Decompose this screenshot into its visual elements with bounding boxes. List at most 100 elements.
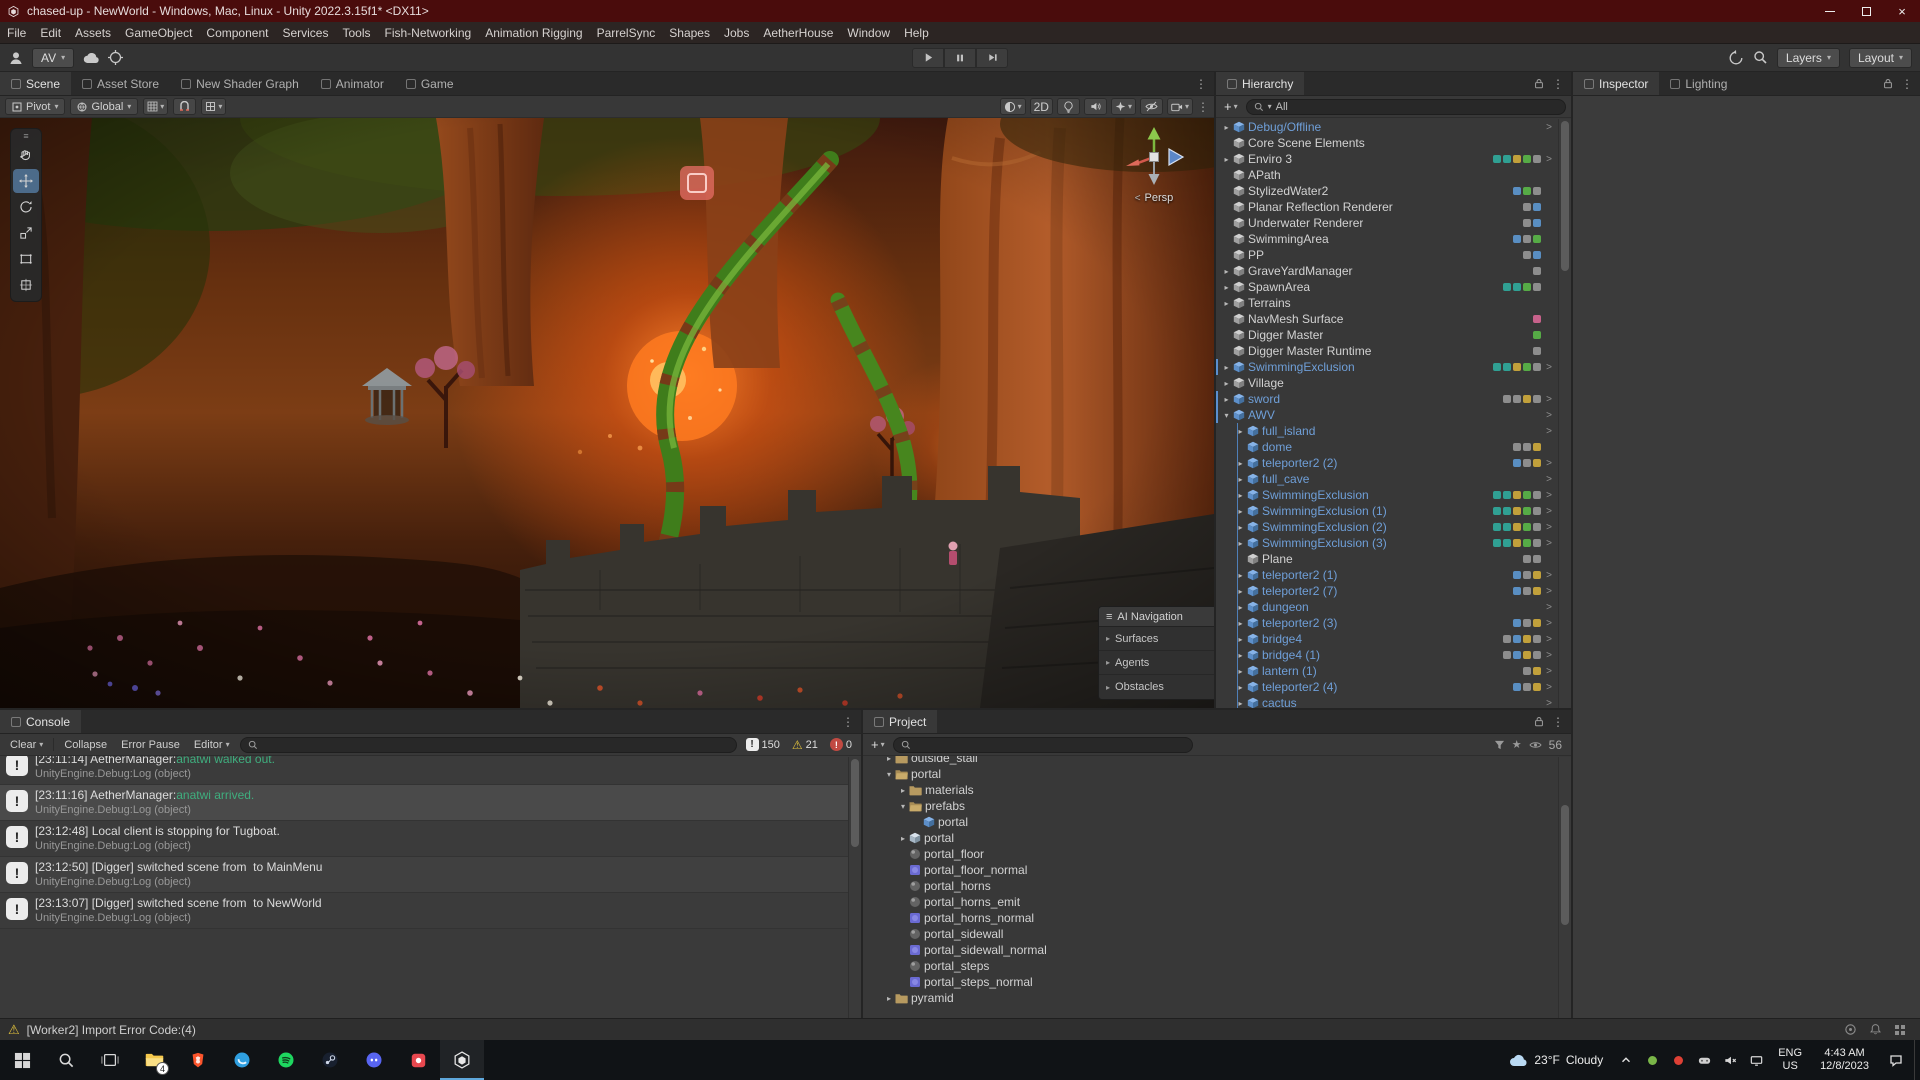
chevron-right-icon[interactable]: ▸	[1234, 667, 1247, 676]
hierarchy-row[interactable]: Underwater Renderer	[1216, 215, 1571, 231]
chevron-right-icon[interactable]: ▸	[1234, 699, 1247, 708]
pause-button[interactable]	[944, 48, 976, 68]
scene-toolbar-kebab-icon[interactable]: ⋮	[1197, 100, 1209, 114]
error-count-toggle[interactable]: ! 0	[827, 738, 855, 751]
hierarchy-row[interactable]: ▸Terrains	[1216, 295, 1571, 311]
hierarchy-row[interactable]: APath	[1216, 167, 1571, 183]
search-by-type-icon[interactable]	[1494, 740, 1505, 750]
prefab-chevron-icon[interactable]: >	[1543, 666, 1555, 677]
project-row[interactable]: portal_floor_normal	[863, 862, 1571, 878]
kebab-menu-icon[interactable]: ⋮	[842, 715, 854, 729]
prefab-chevron-icon[interactable]: >	[1543, 538, 1555, 549]
hierarchy-row[interactable]: ▸lantern (1)>	[1216, 663, 1571, 679]
hierarchy-row[interactable]: ▸Village	[1216, 375, 1571, 391]
hierarchy-row[interactable]: ▸teleporter2 (1)>	[1216, 567, 1571, 583]
chevron-right-icon[interactable]: ▸	[1220, 283, 1233, 292]
chevron-right-icon[interactable]: ▸	[1234, 523, 1247, 532]
prefab-chevron-icon[interactable]: >	[1543, 362, 1555, 373]
hierarchy-row[interactable]: ▸bridge4 (1)>	[1216, 647, 1571, 663]
prefab-chevron-icon[interactable]: >	[1543, 682, 1555, 693]
unity-taskbar-icon[interactable]	[440, 1040, 484, 1080]
minimize-button[interactable]	[1812, 0, 1848, 22]
hierarchy-row[interactable]: ▸SwimmingExclusion (1)>	[1216, 503, 1571, 519]
menu-file[interactable]: File	[0, 22, 33, 43]
project-row[interactable]: portal_horns_emit	[863, 894, 1571, 910]
prefab-chevron-icon[interactable]: >	[1543, 410, 1555, 421]
prefab-chevron-icon[interactable]: >	[1543, 426, 1555, 437]
hierarchy-row[interactable]: ▸sword>	[1216, 391, 1571, 407]
kebab-menu-icon[interactable]: ⋮	[1901, 77, 1913, 91]
tab-new-shader-graph[interactable]: New Shader Graph	[170, 72, 310, 95]
ai-nav-item-surfaces[interactable]: ▸Surfaces	[1099, 627, 1214, 651]
clear-button[interactable]: Clear ▾	[6, 736, 47, 753]
hierarchy-row[interactable]: Planar Reflection Renderer	[1216, 199, 1571, 215]
spotify-taskbar-icon[interactable]	[264, 1040, 308, 1080]
rotate-tool-button[interactable]	[13, 195, 39, 219]
menu-jobs[interactable]: Jobs	[717, 22, 756, 43]
chevron-right-icon[interactable]: ▸	[897, 786, 909, 795]
prefab-chevron-icon[interactable]: >	[1543, 650, 1555, 661]
handle-rotation-dropdown[interactable]: Global ▾	[70, 98, 138, 115]
project-row[interactable]: ▾portal	[863, 766, 1571, 782]
chevron-right-icon[interactable]: ▸	[1220, 379, 1233, 388]
gpu-utility-icon[interactable]	[1639, 1040, 1665, 1080]
bell-icon[interactable]	[1869, 1023, 1882, 1036]
project-scrollbar[interactable]	[1558, 757, 1571, 1018]
chevron-right-icon[interactable]: ▸	[1234, 619, 1247, 628]
edge-taskbar-icon[interactable]	[220, 1040, 264, 1080]
project-row[interactable]: portal_horns_normal	[863, 910, 1571, 926]
chevron-right-icon[interactable]: ▸	[1220, 123, 1233, 132]
chevron-right-icon[interactable]: ▸	[883, 994, 895, 1003]
console-scrollbar[interactable]	[848, 757, 861, 1018]
project-row[interactable]: ▾prefabs	[863, 798, 1571, 814]
show-desktop-button[interactable]	[1914, 1040, 1920, 1080]
log-entry[interactable]: ![23:13:07] [Digger] switched scene from…	[0, 893, 861, 929]
layout-dropdown[interactable]: Layout ▾	[1849, 48, 1912, 68]
chevron-right-icon[interactable]: ▸	[1220, 267, 1233, 276]
project-create-button[interactable]: + ▾	[868, 737, 888, 752]
chevron-right-icon[interactable]: ▸	[1234, 475, 1247, 484]
ai-nav-item-obstacles[interactable]: ▸Obstacles	[1099, 675, 1214, 699]
hierarchy-row[interactable]: ▸teleporter2 (7)>	[1216, 583, 1571, 599]
tab-animator[interactable]: Animator	[310, 72, 395, 95]
account-avatar-icon[interactable]	[8, 50, 24, 66]
warning-count-toggle[interactable]: ⚠ 21	[789, 738, 821, 752]
search-icon[interactable]	[1753, 50, 1768, 65]
tab-lighting[interactable]: Lighting	[1659, 72, 1738, 95]
red-app-taskbar-icon[interactable]	[396, 1040, 440, 1080]
chevron-right-icon[interactable]: ▸	[897, 834, 909, 843]
tab-game[interactable]: Game	[395, 72, 465, 95]
hidden-packages-icon[interactable]	[1529, 740, 1542, 750]
cache-grid-icon[interactable]	[1894, 1024, 1906, 1036]
task-view-taskbar-icon[interactable]	[88, 1040, 132, 1080]
favorites-icon[interactable]: ★	[1512, 738, 1522, 751]
scene-viewport[interactable]: ≡	[0, 118, 1214, 708]
crosshair-icon[interactable]	[108, 50, 123, 65]
lock-icon[interactable]	[1533, 715, 1545, 728]
prefab-chevron-icon[interactable]: >	[1543, 394, 1555, 405]
collapse-button[interactable]: Collapse	[60, 736, 111, 753]
prefab-chevron-icon[interactable]: >	[1543, 458, 1555, 469]
discord-taskbar-icon[interactable]	[352, 1040, 396, 1080]
chevron-right-icon[interactable]: ▸	[1234, 427, 1247, 436]
hierarchy-row[interactable]: ▸SpawnArea	[1216, 279, 1571, 295]
menu-edit[interactable]: Edit	[33, 22, 68, 43]
menu-services[interactable]: Services	[275, 22, 335, 43]
hierarchy-row[interactable]: PP	[1216, 247, 1571, 263]
tab-project[interactable]: Project	[863, 710, 937, 733]
pivot-dropdown[interactable]: Pivot ▾	[5, 98, 65, 115]
prefab-chevron-icon[interactable]: >	[1543, 602, 1555, 613]
log-entry[interactable]: ![23:12:50] [Digger] switched scene from…	[0, 857, 861, 893]
hierarchy-search-input[interactable]: ▾ All	[1246, 99, 1566, 115]
hierarchy-row[interactable]: Core Scene Elements	[1216, 135, 1571, 151]
prefab-chevron-icon[interactable]: >	[1543, 154, 1555, 165]
tab-inspector[interactable]: Inspector	[1573, 72, 1659, 95]
gamepad-icon[interactable]	[1691, 1040, 1717, 1080]
orientation-gizmo[interactable]: < Persp	[1106, 122, 1202, 204]
info-count-toggle[interactable]: ! 150	[743, 738, 783, 751]
clock[interactable]: 4:43 AM 12/8/2023	[1811, 1040, 1878, 1080]
hierarchy-row[interactable]: StylizedWater2	[1216, 183, 1571, 199]
account-dropdown[interactable]: AV ▾	[32, 48, 74, 68]
hierarchy-row[interactable]: ▸Debug/Offline>	[1216, 119, 1571, 135]
hierarchy-row[interactable]: ▸bridge4>	[1216, 631, 1571, 647]
